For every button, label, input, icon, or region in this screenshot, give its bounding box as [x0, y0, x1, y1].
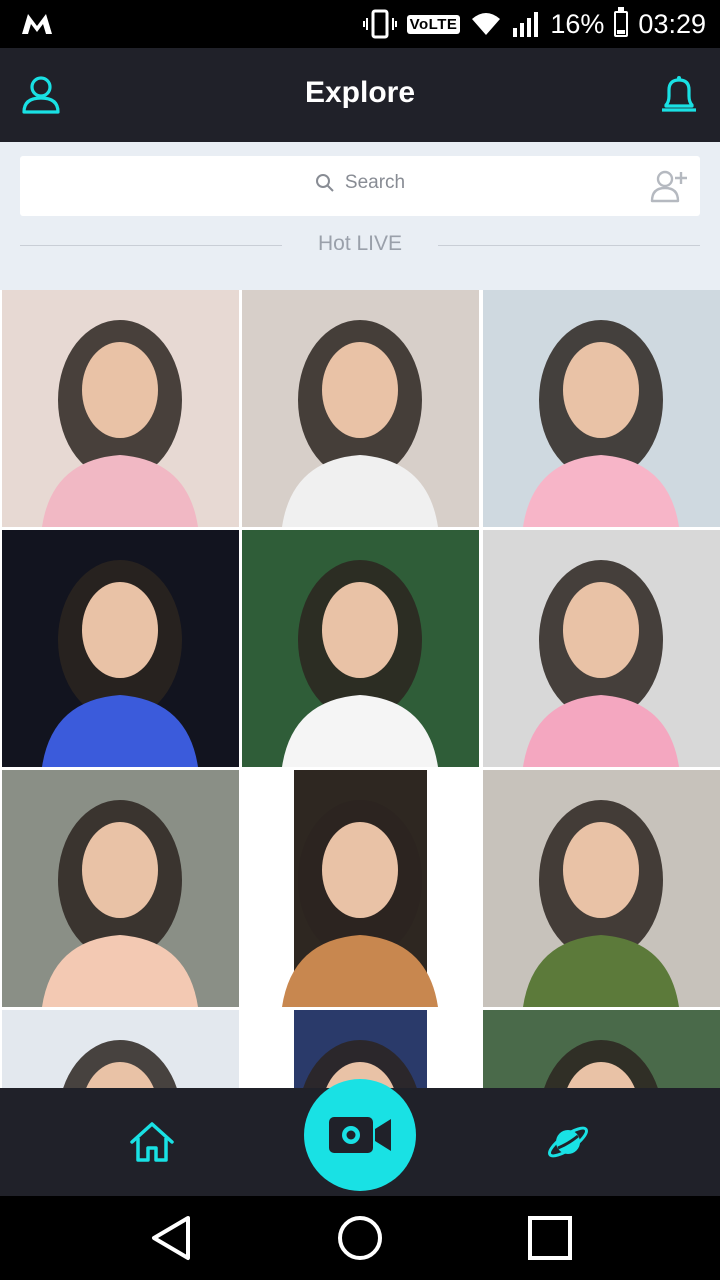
woman-ny-cap-thumbnail [2, 1010, 239, 1088]
back-icon[interactable] [148, 1214, 196, 1262]
live-stream-tile[interactable] [2, 770, 239, 1007]
vibrate-icon [362, 9, 397, 39]
home-icon[interactable] [128, 1118, 176, 1166]
battery-icon [614, 7, 629, 37]
girl-flower-crown-thumbnail [483, 290, 720, 527]
live-stream-tile[interactable] [483, 290, 720, 527]
man-flower-crown-thumbnail [483, 530, 720, 767]
volte-badge: VoLTE [406, 14, 461, 34]
add-user-icon[interactable] [650, 168, 690, 204]
battery-percent: 16% [550, 8, 605, 39]
page-title: Explore [304, 76, 416, 109]
go-live-button[interactable] [304, 1079, 416, 1191]
video-camera-icon [329, 1117, 391, 1153]
home-circle-icon[interactable] [336, 1214, 384, 1262]
section-title: Hot LIVE [317, 232, 403, 255]
search-bar[interactable]: Search [20, 156, 700, 216]
dj-mixer-thumbnail [2, 530, 239, 767]
live-stream-tile[interactable] [242, 290, 479, 527]
search-icon [315, 174, 334, 192]
live-stream-tile[interactable] [2, 1010, 239, 1088]
live-stream-tile[interactable] [242, 1010, 479, 1088]
live-stream-tile[interactable] [2, 530, 239, 767]
girl-palace-thumbnail [483, 770, 720, 1007]
live-stream-tile[interactable] [483, 770, 720, 1007]
signal-icon [513, 12, 539, 37]
recents-icon[interactable] [526, 1214, 574, 1262]
hand-phone-thumbnail [2, 770, 239, 1007]
planet-icon[interactable] [544, 1118, 592, 1166]
hot-live-divider: Hot LIVE [20, 230, 700, 262]
live-grid [0, 290, 720, 1088]
search-placeholder: Search [344, 172, 406, 193]
girl-dog-filter-thumbnail [282, 770, 438, 1007]
live-stream-tile[interactable] [242, 530, 479, 767]
woman-palm-leaves-thumbnail [242, 530, 479, 767]
man-outdoor-thumbnail [483, 1010, 720, 1088]
app-notification-icon [22, 14, 52, 34]
girl-closeup-thumbnail [294, 1010, 427, 1088]
live-stream-tile[interactable] [2, 290, 239, 527]
status-bar: VoLTE 16% 03:29 [0, 0, 720, 48]
clock: 03:29 [638, 8, 706, 39]
search-placeholder-wrap: Search [20, 172, 700, 194]
bell-icon[interactable] [658, 74, 700, 116]
wifi-icon [472, 13, 501, 35]
live-stream-tile[interactable] [242, 770, 479, 1007]
woman-pink-dress-thumbnail [2, 290, 239, 527]
app-header: Explore [0, 48, 720, 142]
live-stream-tile[interactable] [483, 530, 720, 767]
live-stream-tile[interactable] [483, 1010, 720, 1088]
status-indicators: VoLTE 16% 03:29 [362, 7, 706, 40]
system-nav-bar [0, 1196, 720, 1280]
explore-content: Search Hot LIVE [0, 142, 720, 1088]
girl-white-cap-thumbnail [242, 290, 479, 527]
divider-line-right [438, 245, 700, 246]
